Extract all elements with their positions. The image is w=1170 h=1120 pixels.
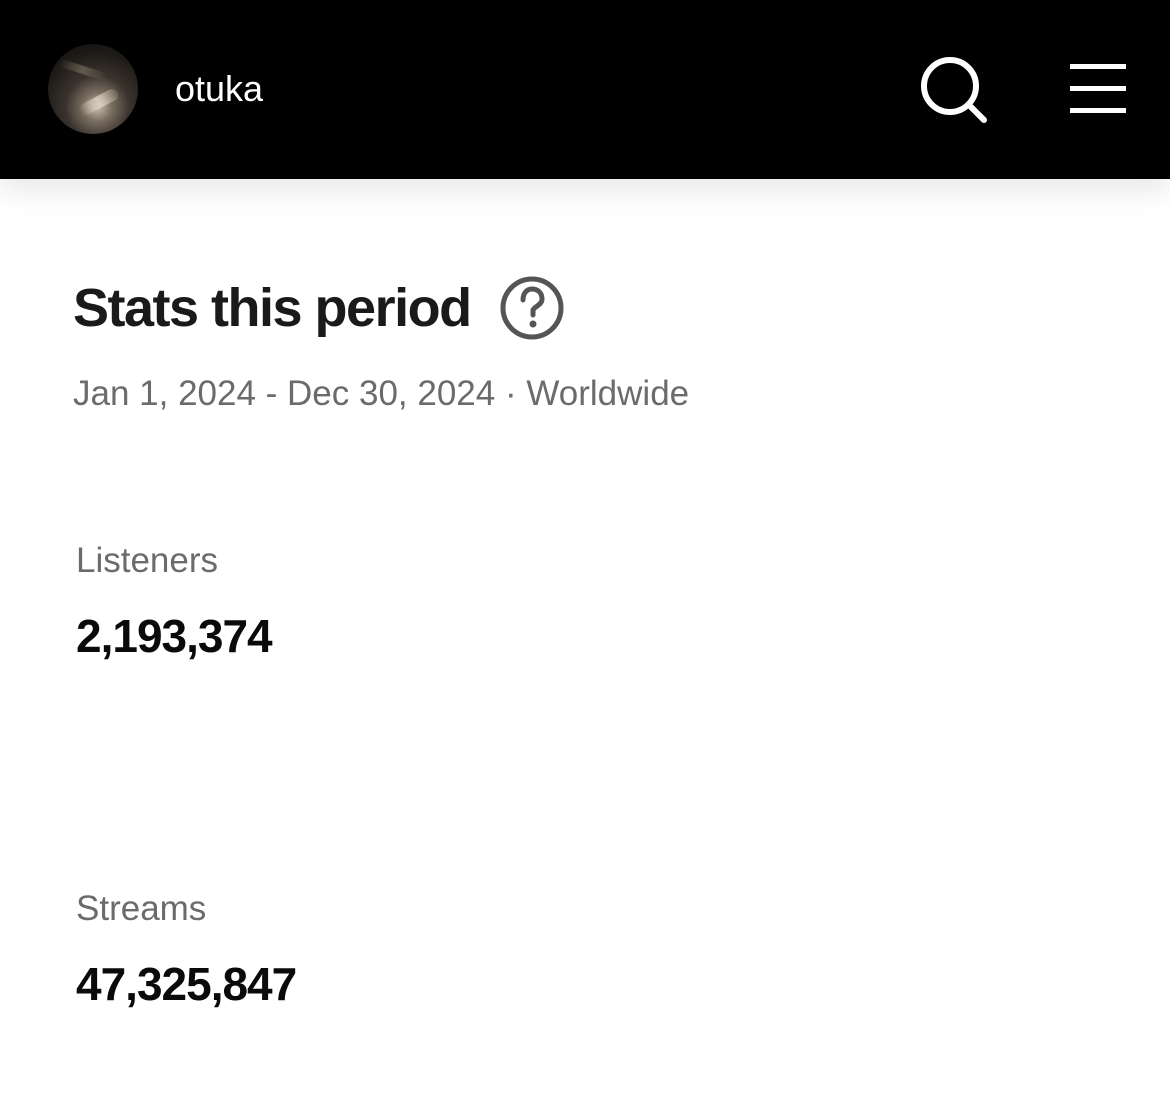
listeners-value: 2,193,374 [76,610,273,662]
search-button[interactable] [918,54,990,126]
page-title: Stats this period [73,278,472,338]
user-avatar[interactable] [48,44,138,134]
top-bar: otuka [0,0,1170,179]
region: Worldwide [526,374,690,413]
menu-button[interactable] [1068,62,1128,116]
search-icon [921,57,987,123]
streams-value: 47,325,847 [76,958,297,1010]
date-range: Jan 1, 2024 - Dec 30, 2024 [73,374,496,413]
listeners-label: Listeners [76,541,219,580]
period-subtitle: Jan 1, 2024 - Dec 30, 2024 · Worldwide [73,372,689,416]
hamburger-menu-icon [1070,64,1126,113]
separator: · [504,374,517,413]
question-circle-icon [500,276,564,340]
help-button[interactable] [499,275,565,341]
title-row: Stats this period [73,273,565,343]
username[interactable]: otuka [175,68,263,110]
streams-label: Streams [76,889,207,928]
